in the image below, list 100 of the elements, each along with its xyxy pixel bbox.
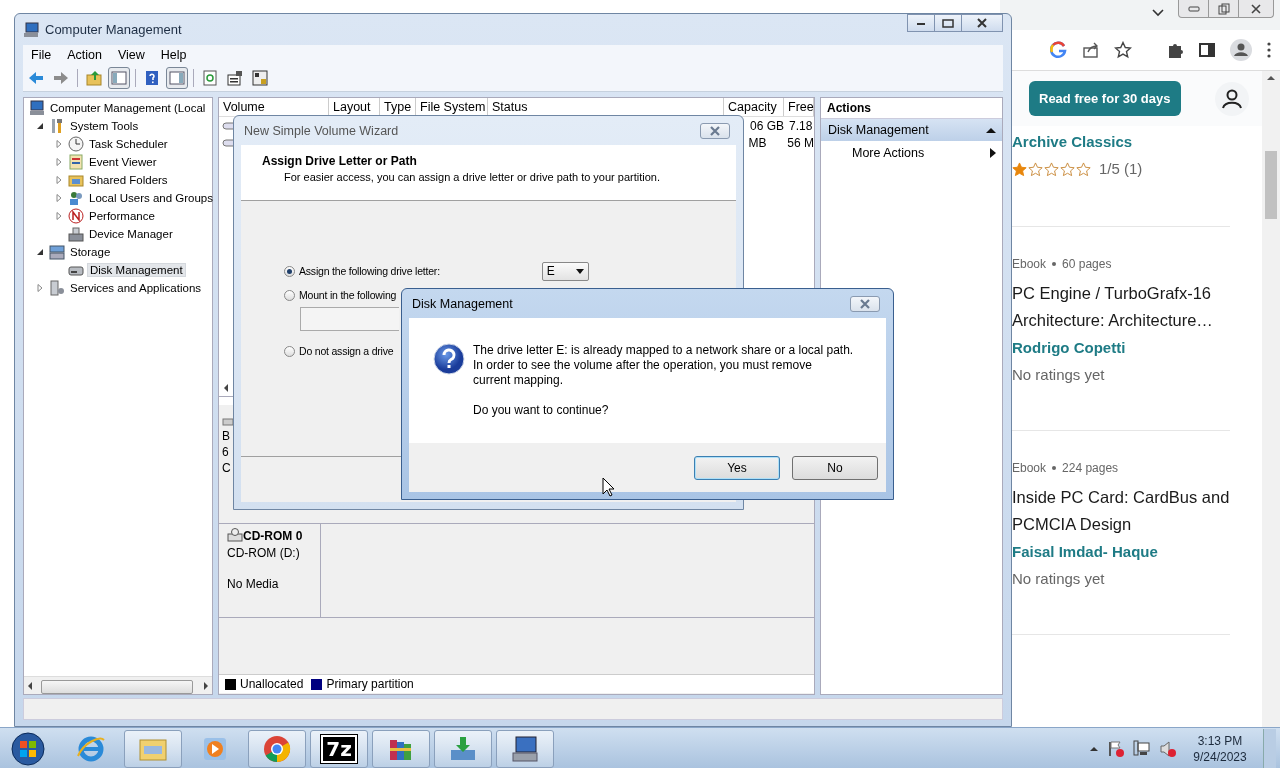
page-count: 224 pages: [1062, 461, 1119, 475]
close-button[interactable]: [961, 14, 1003, 32]
radio-button[interactable]: [284, 345, 295, 357]
rating-text: No ratings yet: [1012, 365, 1105, 385]
expand-arrow-icon[interactable]: [55, 158, 63, 166]
computer-icon: [29, 100, 45, 116]
chevron-down-icon[interactable]: [1152, 9, 1164, 17]
clock-date[interactable]: 9/24/2023: [1193, 748, 1247, 765]
tree-item[interactable]: Disk Management: [87, 263, 186, 277]
taskbar-button[interactable]: [248, 729, 306, 768]
tree-item[interactable]: Performance: [87, 209, 157, 223]
star-outline-icon: [1114, 41, 1132, 59]
message-text: The drive letter E: is already mapped to a network share or a local path. In order to see the volume after the operation, you must remove current mapping.: [473, 343, 854, 388]
dialog-button[interactable]: No: [792, 455, 878, 480]
expand-arrow-icon[interactable]: [55, 212, 63, 220]
tree-item[interactable]: Storage: [68, 245, 113, 259]
expand-arrow-icon[interactable]: [55, 140, 63, 148]
radio-label[interactable]: Assign the following drive letter:: [299, 265, 440, 277]
table-cell-text: 7.18: [788, 118, 813, 133]
taskbar-button[interactable]: 7z: [310, 729, 368, 768]
tree-item[interactable]: Task Scheduler: [87, 137, 170, 151]
pane-icon: [169, 70, 185, 86]
action-item[interactable]: More Actions: [821, 141, 1002, 165]
tree-pane-button[interactable]: [108, 67, 130, 89]
clock-icon: [68, 136, 84, 152]
tree-item[interactable]: Shared Folders: [87, 173, 170, 187]
action-section[interactable]: Disk Management: [821, 119, 1002, 141]
scroll-bar[interactable]: [1262, 71, 1280, 727]
menu-item[interactable]: View: [109, 48, 153, 62]
menu-item[interactable]: Action: [59, 48, 110, 62]
flag-error-icon: [1107, 739, 1125, 758]
book-author[interactable]: Rodrigo Copetti: [1012, 336, 1230, 360]
disk-label: B: [222, 429, 230, 443]
tree-item[interactable]: Event Viewer: [87, 155, 159, 169]
scroll-thumb[interactable]: [1265, 151, 1277, 219]
scroll-left-icon[interactable]: [223, 384, 229, 392]
tree-item[interactable]: Services and Applications: [68, 281, 204, 295]
right-arrow-icon: [53, 70, 69, 86]
legend-label: Unallocated: [240, 677, 304, 691]
dialog-button[interactable]: Yes: [694, 455, 780, 480]
horizontal-scroll-bar[interactable]: [24, 676, 212, 694]
book-title[interactable]: PC Engine / TurboGrafx-16 Architecture: Architecture…: [1012, 280, 1240, 334]
question-icon: [433, 343, 465, 375]
show-desktop-button[interactable]: [1263, 728, 1276, 768]
page-heading: Assign Drive Letter or Path: [262, 154, 418, 168]
tree-item[interactable]: Local Users and Groups: [87, 191, 215, 205]
left-arrow-icon: [28, 70, 44, 86]
radio-label[interactable]: Do not assign a drive: [299, 345, 394, 357]
drive-label: CD-ROM (D:): [227, 546, 301, 560]
minimize-button[interactable]: [907, 14, 935, 32]
drive-icon: [222, 417, 234, 427]
expand-arrow-icon[interactable]: [55, 176, 63, 184]
separator-dot: [1052, 262, 1057, 266]
menu-item[interactable]: File: [23, 48, 60, 62]
caret-up-icon[interactable]: [986, 127, 996, 133]
star-icon: [1028, 161, 1043, 177]
table-cell-text: 06 GB: [749, 118, 786, 133]
table-cell-text: MB: [747, 135, 768, 150]
help-icon: [144, 70, 160, 86]
star-icon: [1060, 161, 1075, 177]
column-header[interactable]: Free: [784, 98, 814, 116]
action-pane-button[interactable]: [166, 67, 188, 89]
radio-button[interactable]: [284, 265, 295, 277]
disk-label: 6: [222, 445, 229, 459]
book-author[interactable]: Faisal Imdad- Haque: [1012, 540, 1230, 564]
path-field[interactable]: [300, 307, 399, 331]
caret-right-icon: [990, 148, 996, 158]
scroll-left-icon[interactable]: [27, 681, 33, 690]
read-free-button[interactable]: Read free for 30 days: [1029, 81, 1181, 116]
device-icon: [68, 226, 84, 242]
menu-item[interactable]: Help: [152, 48, 195, 62]
taskbar-button[interactable]: [496, 729, 554, 768]
scroll-up-icon[interactable]: [1267, 75, 1275, 81]
book-title[interactable]: Inside PC Card: CardBus and PCMCIA Design: [1012, 484, 1240, 538]
disk-label: C: [222, 461, 231, 475]
computer-icon: [23, 21, 39, 38]
properties-icon: [227, 70, 243, 86]
expand-arrow-icon[interactable]: [36, 284, 44, 292]
star-icon: [1076, 161, 1091, 177]
taskbar-button[interactable]: [372, 729, 430, 768]
tree-item[interactable]: Computer Management (Local: [48, 101, 208, 115]
radio-label[interactable]: Mount in the following: [299, 289, 397, 301]
collapse-arrow-icon[interactable]: [36, 248, 44, 256]
user-icon: [1220, 87, 1243, 110]
clock-time[interactable]: 3:13 PM: [1197, 732, 1243, 749]
scroll-right-icon[interactable]: [203, 681, 209, 690]
maximize-button[interactable]: [934, 14, 962, 32]
drive-letter-dropdown[interactable]: E: [541, 261, 589, 281]
avatar-icon: [1230, 39, 1252, 61]
radio-button[interactable]: [284, 289, 295, 301]
close-icon: [1250, 2, 1262, 15]
tree-item[interactable]: System Tools: [68, 119, 141, 133]
book-author[interactable]: Archive Classics: [1012, 130, 1230, 154]
collapse-arrow-icon[interactable]: [36, 122, 44, 130]
book-format: Ebook: [1012, 257, 1047, 271]
tree-item[interactable]: Device Manager: [87, 227, 175, 241]
expand-arrow-icon[interactable]: [55, 194, 63, 202]
settings-button[interactable]: [249, 67, 271, 89]
page-count: 60 pages: [1062, 257, 1112, 271]
dialog-title: Disk Management: [411, 296, 514, 311]
